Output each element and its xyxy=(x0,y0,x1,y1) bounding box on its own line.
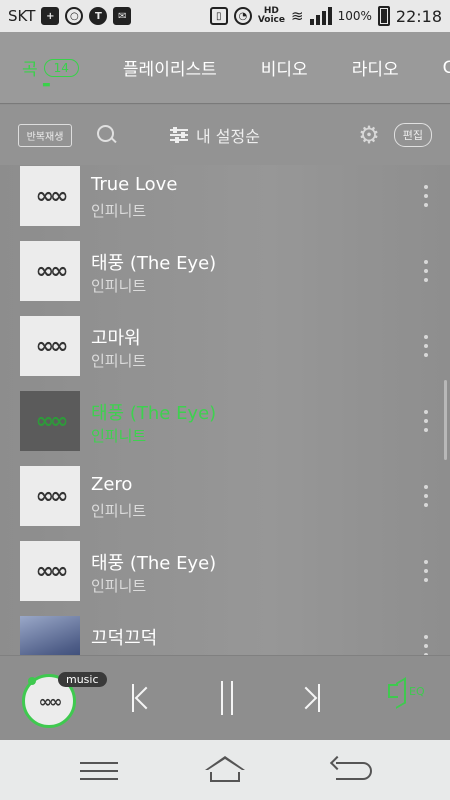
song-artist: 인피니트 xyxy=(91,277,147,295)
tab-playlist[interactable]: 플레이리스트 xyxy=(123,55,217,80)
sliders-icon xyxy=(170,127,188,143)
album-art: ∞∞ xyxy=(20,241,80,301)
previous-track-icon[interactable] xyxy=(128,680,158,716)
song-row[interactable]: 끄덕끄덕 xyxy=(0,615,450,655)
edit-button[interactable]: 편집 xyxy=(393,123,432,147)
tab-video[interactable]: 비디오 xyxy=(261,55,308,80)
status-bar: SKT + ○ T ✉ ▯ ◔ HD Voice ≋ 100% 22:18 xyxy=(0,0,450,32)
song-title: 끄덕끄덕 xyxy=(91,628,158,649)
tab-active-indicator: ▬ xyxy=(42,80,51,90)
sort-button[interactable]: 내 설정순 xyxy=(170,123,260,147)
wifi-icon: ≋ xyxy=(291,7,304,25)
album-art xyxy=(20,616,80,655)
more-options-icon[interactable] xyxy=(423,635,429,655)
battery-percent: 100% xyxy=(337,9,372,23)
system-nav-bar xyxy=(0,740,450,800)
voice-label: Voice xyxy=(257,15,285,25)
plus-icon: + xyxy=(41,7,60,25)
album-art: ∞∞ xyxy=(20,466,80,526)
equalizer-icon[interactable]: EQ xyxy=(388,684,425,698)
talk-icon: T xyxy=(89,7,108,25)
tab-songs-label: 곡 xyxy=(22,60,38,80)
song-artist: 인피니트 xyxy=(91,502,147,520)
scrollbar[interactable] xyxy=(444,380,447,460)
vibrate-icon: ▯ xyxy=(209,7,228,25)
next-track-icon[interactable] xyxy=(294,680,324,716)
song-row[interactable]: ∞∞ 태풍 (The Eye) 인피니트 xyxy=(0,540,450,615)
mail-icon: ✉ xyxy=(113,7,132,25)
back-icon[interactable] xyxy=(329,755,374,784)
more-options-icon[interactable] xyxy=(423,185,429,207)
home-icon[interactable] xyxy=(202,756,248,784)
search-icon[interactable] xyxy=(96,124,118,146)
song-title: 태풍 (The Eye) xyxy=(91,253,217,274)
more-options-icon[interactable] xyxy=(423,410,429,432)
album-art: ∞∞ xyxy=(20,391,80,451)
tab-radio[interactable]: 라디오 xyxy=(352,55,399,80)
playing-dot xyxy=(28,677,36,685)
menu-icon[interactable] xyxy=(80,762,118,780)
sort-label: 내 설정순 xyxy=(196,127,260,146)
tab-songs-count: 14 xyxy=(43,58,79,77)
song-row[interactable]: ∞∞ 고마워 인피니트 xyxy=(0,315,450,390)
song-title: Zero xyxy=(91,474,133,495)
signal-icon xyxy=(309,7,332,25)
song-row[interactable]: ∞∞ Zero 인피니트 xyxy=(0,465,450,540)
more-options-icon[interactable] xyxy=(423,260,429,282)
tab-songs[interactable]: 곡 14 ▬ xyxy=(22,55,79,90)
pause-icon[interactable] xyxy=(215,680,239,716)
song-artist: 인피니트 xyxy=(91,352,147,370)
song-title: 태풍 (The Eye) xyxy=(91,403,217,424)
more-options-icon[interactable] xyxy=(423,485,429,507)
gear-icon[interactable]: ⚙ xyxy=(358,121,380,149)
chat-icon: ○ xyxy=(65,7,84,25)
song-row-now-playing[interactable]: ∞∞ 태풍 (The Eye) 인피니트 xyxy=(0,390,450,465)
song-list: ∞∞ True Love 인피니트 ∞∞ 태풍 (The Eye) 인피니트 ∞… xyxy=(0,165,450,655)
repeat-button[interactable]: 반복재생 xyxy=(18,123,72,147)
song-row[interactable]: ∞∞ 태풍 (The Eye) 인피니트 xyxy=(0,240,450,315)
battery-icon xyxy=(377,6,390,26)
song-title: 태풍 (The Eye) xyxy=(91,553,217,574)
music-tag: music xyxy=(58,672,107,687)
song-title: 고마워 xyxy=(91,328,141,349)
song-artist: 인피니트 xyxy=(91,427,147,445)
album-art: ∞∞ xyxy=(20,166,80,226)
song-title: True Love xyxy=(91,174,178,195)
album-art: ∞∞ xyxy=(20,541,80,601)
more-options-icon[interactable] xyxy=(423,335,429,357)
hd-voice-icon: HD Voice xyxy=(258,7,285,25)
more-options-icon[interactable] xyxy=(423,560,429,582)
tab-more-peek[interactable]: C xyxy=(443,58,450,78)
mini-player: ∞∞ music EQ xyxy=(0,655,450,740)
carrier-label: SKT xyxy=(8,7,36,25)
clock: 22:18 xyxy=(395,6,442,26)
song-row[interactable]: ∞∞ True Love 인피니트 xyxy=(0,165,450,240)
song-artist: 인피니트 xyxy=(91,577,147,595)
song-artist: 인피니트 xyxy=(91,202,147,220)
list-toolbar: 반복재생 내 설정순 ⚙ 편집 xyxy=(0,105,450,165)
tab-bar: 곡 14 ▬ 플레이리스트 비디오 라디오 C xyxy=(0,32,450,104)
album-art: ∞∞ xyxy=(20,316,80,376)
alarm-icon: ◔ xyxy=(233,7,252,25)
